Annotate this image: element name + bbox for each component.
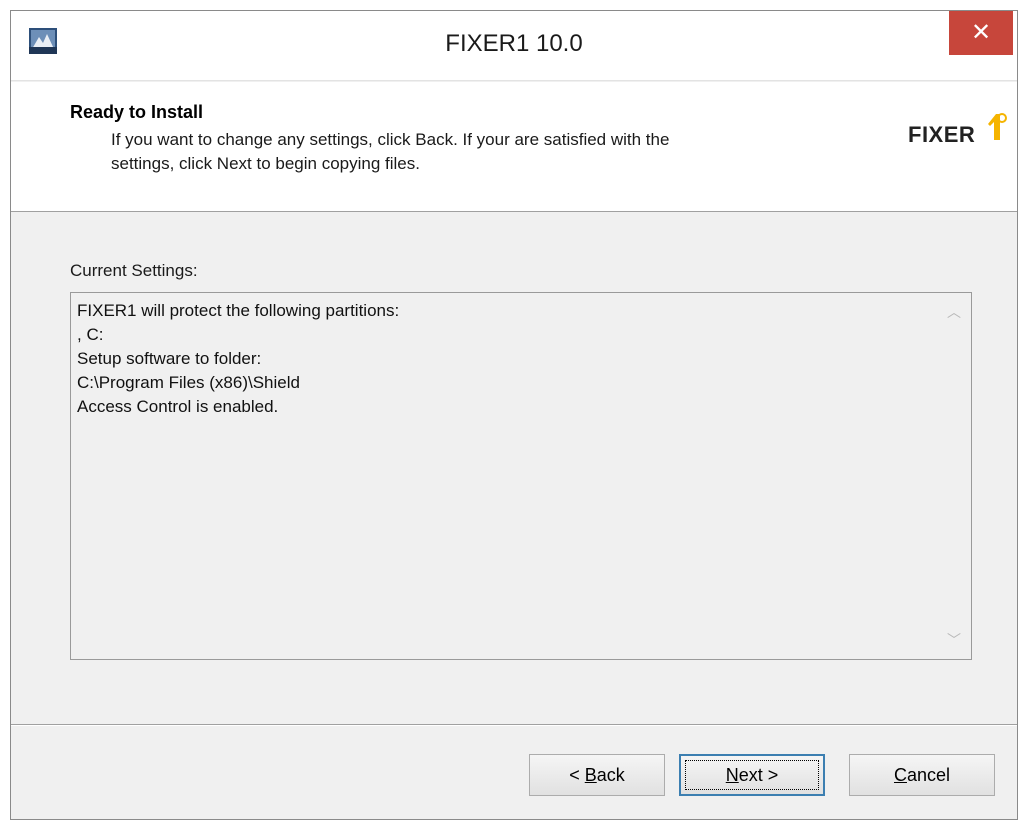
focus-rectangle bbox=[685, 760, 819, 790]
next-button[interactable]: Next > bbox=[679, 754, 825, 796]
footer-divider bbox=[11, 724, 1017, 726]
settings-line: C:\Program Files (x86)\Shield bbox=[77, 373, 300, 392]
window-title: FIXER1 10.0 bbox=[445, 30, 583, 57]
fixer-logo: FIXER bbox=[908, 113, 1008, 154]
page-title: Ready to Install bbox=[70, 102, 204, 122]
vertical-scrollbar[interactable]: ︿ ﹀ bbox=[937, 293, 971, 659]
title-bar[interactable]: FIXER1 10.0 ✕ bbox=[11, 11, 1017, 81]
settings-line: Setup software to folder: bbox=[77, 349, 262, 368]
cancel-button[interactable]: Cancel bbox=[849, 754, 995, 796]
back-button-mnemonic: B bbox=[584, 765, 597, 785]
installer-window: FIXER1 10.0 ✕ Ready to Install If you wa… bbox=[10, 10, 1018, 820]
description-line: If you want to change any settings, clic… bbox=[111, 130, 670, 149]
page-description: If you want to change any settings, clic… bbox=[111, 128, 871, 176]
close-icon: ✕ bbox=[970, 19, 992, 46]
settings-line: FIXER1 will protect the following partit… bbox=[77, 301, 400, 320]
scroll-up-icon[interactable]: ︿ bbox=[937, 295, 971, 329]
current-settings-label: Current Settings: bbox=[70, 261, 198, 280]
settings-line: Access Control is enabled. bbox=[77, 397, 279, 416]
close-button[interactable]: ✕ bbox=[949, 11, 1013, 55]
settings-line: , C: bbox=[77, 325, 104, 344]
back-button-label: ack bbox=[596, 765, 625, 785]
current-settings-textbox[interactable]: FIXER1 will protect the following partit… bbox=[70, 292, 972, 660]
logo-text: FIXER bbox=[908, 122, 976, 147]
number-one-badge-icon bbox=[988, 113, 1007, 140]
scroll-down-icon[interactable]: ﹀ bbox=[937, 623, 971, 657]
cancel-button-mnemonic: C bbox=[893, 765, 907, 785]
settings-lines: FIXER1 will protect the following partit… bbox=[77, 299, 927, 419]
back-button-prefix: < bbox=[569, 765, 585, 785]
wizard-header: Ready to Install If you want to change a… bbox=[11, 82, 1017, 212]
description-line: settings, click Next to begin copying fi… bbox=[111, 154, 420, 173]
cancel-button-label: ancel bbox=[906, 765, 951, 785]
back-button[interactable]: < Back bbox=[529, 754, 665, 796]
